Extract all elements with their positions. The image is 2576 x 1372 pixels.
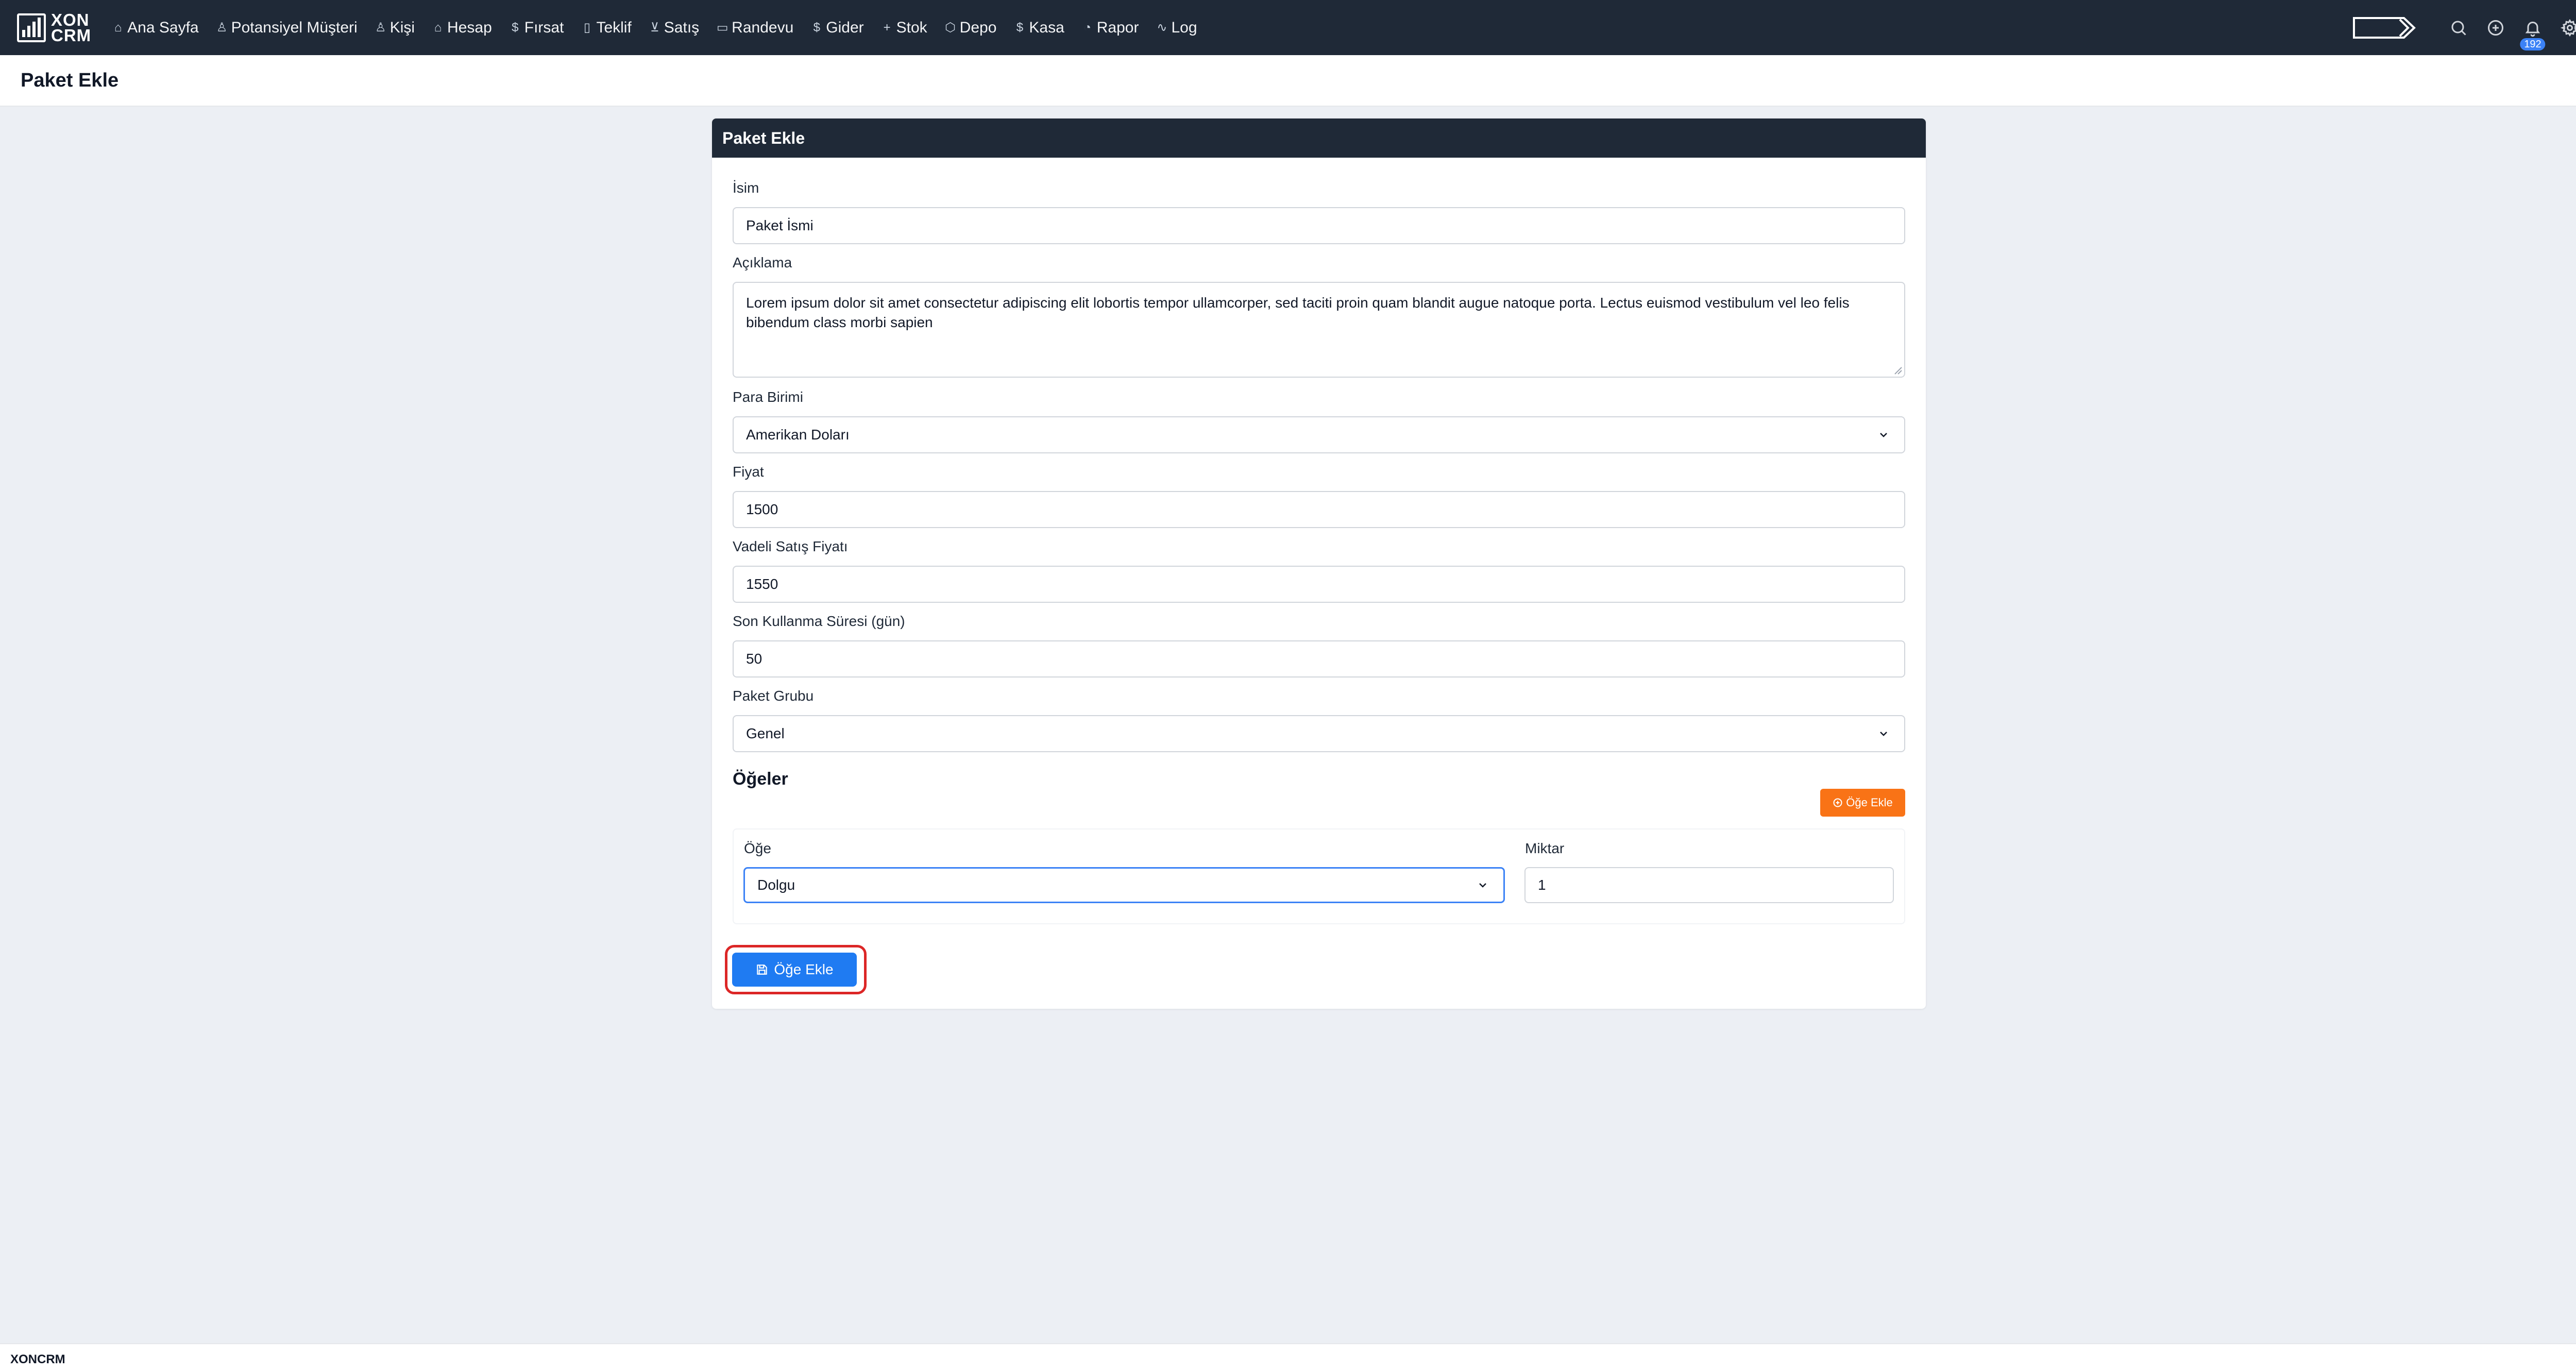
nav-item-3[interactable]: ⌂ Hesap — [432, 19, 492, 37]
pie-chart-icon: ◔ — [1083, 20, 1092, 35]
gear-icon[interactable] — [2560, 18, 2576, 38]
nav-item-label: Kişi — [389, 19, 415, 36]
nav-item-label: Potansiyel Müşteri — [231, 19, 358, 36]
logo[interactable]: XON CRM — [17, 0, 91, 55]
notification-count-badge: 192 — [2520, 38, 2546, 50]
nav-item-label: Kasa — [1029, 19, 1064, 36]
chevron-down-icon — [1880, 433, 1887, 437]
arrow-tag-icon[interactable] — [2352, 16, 2416, 39]
top-navbar: XON CRM ⌂ Ana Sayfa ♙ Potansiyel Müşteri ♙ Ki… — [0, 0, 2576, 55]
price-label: Fiyat — [733, 464, 764, 480]
term-price-field[interactable]: 1550 — [733, 566, 1905, 603]
nav-item-label: Ana Sayfa — [127, 19, 199, 36]
resize-handle-icon[interactable] — [1893, 365, 1902, 375]
footer-brand: XONCRM — [10, 1352, 65, 1366]
nav-item-8[interactable]: $ Gider — [810, 19, 864, 37]
page-header: Paket Ekle — [0, 55, 2576, 107]
package-group-label: Paket Grubu — [733, 688, 814, 704]
document-icon: ▯ — [583, 21, 591, 35]
logo-chart-icon — [17, 13, 46, 42]
item-select[interactable]: Dolgu — [743, 867, 1505, 903]
nav-item-label: Stok — [896, 19, 927, 36]
footer: XONCRM — [0, 1343, 2576, 1372]
quantity-field[interactable]: 1 — [1524, 867, 1894, 903]
card-header: Paket Ekle — [712, 118, 1926, 158]
nav-item-5[interactable]: ▯ Teklif — [581, 19, 632, 37]
nav-item-label: Gider — [826, 19, 864, 36]
add-circle-icon — [1833, 798, 1842, 807]
nav-item-0[interactable]: ⌂ Ana Sayfa — [112, 19, 199, 37]
nav-item-9[interactable]: + Stok — [881, 19, 927, 37]
nav-item-label: Satış — [664, 19, 700, 36]
expiry-field[interactable]: 50 — [733, 640, 1905, 677]
submit-add-item-button[interactable]: Öğe Ekle — [732, 953, 857, 987]
items-section-title: Öğeler — [733, 769, 788, 789]
description-textarea[interactable]: Lorem ipsum dolor sit amet consectetur a… — [733, 282, 1905, 378]
nav-item-12[interactable]: ◔ Rapor — [1081, 19, 1139, 37]
nav-item-label: Randevu — [732, 19, 794, 36]
nav-item-label: Teklif — [596, 19, 632, 36]
save-icon — [757, 964, 768, 975]
name-label: İsim — [733, 180, 759, 196]
dollar-icon: $ — [1016, 20, 1024, 35]
nav-item-13[interactable]: ∿ Log — [1156, 19, 1197, 37]
term-price-label: Vadeli Satış Fiyatı — [733, 538, 848, 554]
nav-item-2[interactable]: ♙ Kişi — [375, 19, 415, 37]
description-label: Açıklama — [733, 255, 792, 270]
nav-item-label: Rapor — [1096, 19, 1139, 36]
nav-item-label: Log — [1171, 19, 1197, 36]
home-icon: ⌂ — [114, 20, 122, 35]
cube-icon: ⬡ — [945, 21, 956, 35]
nav-item-1[interactable]: ♙ Potansiyel Müşteri — [216, 19, 358, 37]
nav-item-11[interactable]: $ Kasa — [1013, 19, 1064, 37]
user-icon: ♙ — [216, 21, 228, 35]
chevron-down-icon — [1880, 732, 1887, 736]
calendar-icon: ▭ — [716, 21, 728, 35]
nav-item-7[interactable]: ▭ Randevu — [716, 19, 793, 37]
page-title: Paket Ekle — [21, 70, 119, 91]
users-icon: ♙ — [375, 21, 386, 35]
notification-bell-icon[interactable]: 192 — [2520, 18, 2546, 50]
nav-item-6[interactable]: ⊻ Satış — [649, 19, 699, 37]
nav-item-label: Fırsat — [524, 19, 564, 36]
expiry-label: Son Kullanma Süresi (gün) — [733, 613, 905, 629]
navbar-actions: 192 — [2352, 0, 2576, 55]
currency-select[interactable]: Amerikan Doları — [733, 416, 1905, 453]
nav-item-label: Hesap — [447, 19, 492, 36]
card-title: Paket Ekle — [722, 128, 805, 147]
home-icon: ⌂ — [434, 20, 442, 35]
add-circle-icon[interactable] — [2485, 18, 2506, 38]
logo-text: XON CRM — [51, 10, 92, 45]
chevron-down-icon — [1479, 883, 1486, 888]
dollar-icon: $ — [512, 20, 519, 35]
dollar-icon: $ — [813, 20, 820, 35]
currency-label: Para Birimi — [733, 389, 803, 405]
main-menu: ⌂ Ana Sayfa ♙ Potansiyel Müşteri ♙ Kişi ⌂ Hesap… — [112, 0, 1214, 55]
activity-icon: ∿ — [1157, 21, 1167, 35]
cart-icon: ⊻ — [650, 21, 659, 35]
name-field[interactable]: Paket İsmi — [733, 207, 1905, 244]
add-item-small-button[interactable]: Öğe Ekle — [1820, 789, 1905, 817]
nav-item-label: Depo — [959, 19, 997, 36]
search-icon[interactable] — [2448, 18, 2469, 38]
package-group-select[interactable]: Genel — [733, 715, 1905, 752]
price-field[interactable]: 1500 — [733, 491, 1905, 528]
plus-icon: + — [883, 20, 891, 35]
item-label: Öğe — [744, 840, 771, 856]
quantity-label: Miktar — [1525, 840, 1565, 856]
nav-item-10[interactable]: ⬡ Depo — [944, 19, 997, 37]
nav-item-4[interactable]: $ Fırsat — [509, 19, 564, 37]
